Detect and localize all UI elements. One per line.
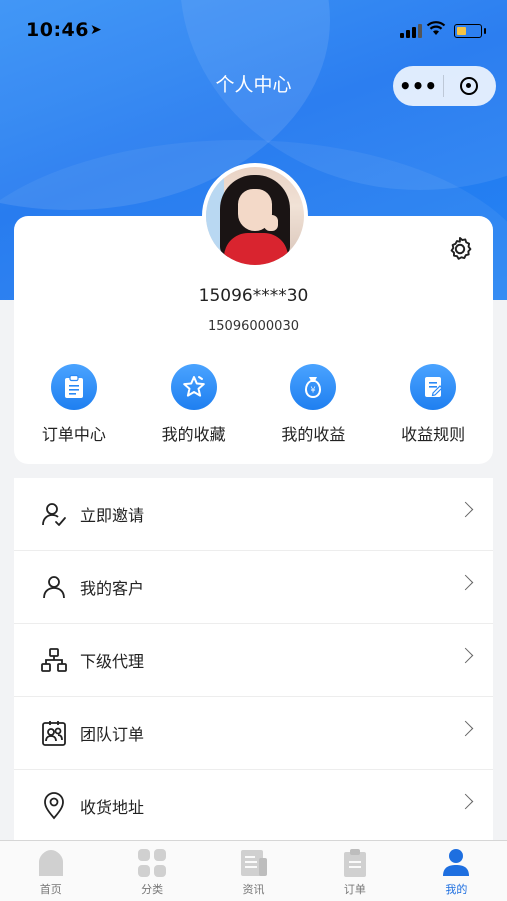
tab-label: 我的 xyxy=(445,883,468,896)
shortcut-label: 收益规则 xyxy=(401,425,466,444)
menu-list: 立即邀请 我的客户 下级代理 团队订单 收货地址 xyxy=(14,478,493,842)
shortcut-grid: 订单中心 我的收藏 ¥ 我的收益 收益规则 xyxy=(14,364,493,445)
location-pin-icon xyxy=(40,792,68,820)
menu-item-label: 下级代理 xyxy=(80,652,145,671)
svg-text:¥: ¥ xyxy=(311,386,316,395)
phone-number: 15096000030 xyxy=(208,319,299,334)
username: 15096****30 xyxy=(198,286,309,306)
shortcut-label: 订单中心 xyxy=(41,425,106,444)
tab-orders[interactable]: 订单 xyxy=(304,841,405,901)
chevron-right-icon xyxy=(457,501,474,518)
chevron-right-icon xyxy=(457,720,474,737)
grid-icon xyxy=(135,847,169,879)
user-check-icon xyxy=(40,500,68,528)
menu-item-my-customers[interactable]: 我的客户 xyxy=(14,550,493,623)
menu-item-label: 收货地址 xyxy=(80,798,145,817)
wifi-icon xyxy=(426,21,446,35)
status-time: 10:46 xyxy=(26,19,89,41)
avatar[interactable] xyxy=(202,163,308,269)
tab-news[interactable]: 资讯 xyxy=(203,841,304,901)
menu-item-label: 立即邀请 xyxy=(80,506,145,525)
location-arrow-icon: ➤ xyxy=(90,22,102,38)
home-icon xyxy=(34,847,68,879)
menu-item-label: 团队订单 xyxy=(80,725,145,744)
menu-item-shipping-address[interactable]: 收货地址 xyxy=(14,769,493,842)
clipboard-icon xyxy=(50,364,97,410)
team-badge-icon xyxy=(40,719,68,747)
shortcut-earning-rules[interactable]: 收益规则 xyxy=(373,364,493,445)
money-bag-icon: ¥ xyxy=(290,364,337,410)
tab-label: 分类 xyxy=(141,883,164,896)
user-icon xyxy=(40,573,68,601)
star-icon xyxy=(170,364,217,410)
tab-category[interactable]: 分类 xyxy=(101,841,202,901)
shortcut-earnings[interactable]: ¥ 我的收益 xyxy=(254,364,374,445)
tab-home[interactable]: 首页 xyxy=(0,841,101,901)
tab-label: 订单 xyxy=(343,883,366,896)
tab-mine[interactable]: 我的 xyxy=(406,841,507,901)
chevron-right-icon xyxy=(457,647,474,664)
bottom-tab-bar: 首页 分类 资讯 订单 我的 xyxy=(0,840,507,901)
cellular-signal-icon xyxy=(400,24,422,38)
order-icon xyxy=(338,847,372,879)
tab-label: 首页 xyxy=(39,883,62,896)
document-icon xyxy=(410,364,457,410)
menu-item-label: 我的客户 xyxy=(80,579,145,598)
hierarchy-icon xyxy=(40,646,68,674)
menu-item-sub-agents[interactable]: 下级代理 xyxy=(14,623,493,696)
chevron-right-icon xyxy=(457,574,474,591)
more-options-icon[interactable]: ••• xyxy=(393,66,443,106)
mini-program-capsule: ••• xyxy=(393,66,496,106)
status-bar: 10:46 ➤ xyxy=(0,0,507,58)
tab-label: 资讯 xyxy=(242,883,265,896)
shortcut-label: 我的收益 xyxy=(281,425,346,444)
shortcut-label: 我的收藏 xyxy=(161,425,226,444)
shortcut-favorites[interactable]: 我的收藏 xyxy=(134,364,254,445)
menu-item-team-orders[interactable]: 团队订单 xyxy=(14,696,493,769)
profile-icon xyxy=(439,847,473,879)
battery-icon xyxy=(454,24,486,38)
chevron-right-icon xyxy=(457,793,474,810)
menu-item-invite[interactable]: 立即邀请 xyxy=(14,478,493,550)
shortcut-order-center[interactable]: 订单中心 xyxy=(14,364,134,445)
news-icon xyxy=(237,847,271,879)
settings-gear-icon[interactable] xyxy=(446,235,474,263)
close-miniprogram-icon[interactable] xyxy=(444,77,494,95)
